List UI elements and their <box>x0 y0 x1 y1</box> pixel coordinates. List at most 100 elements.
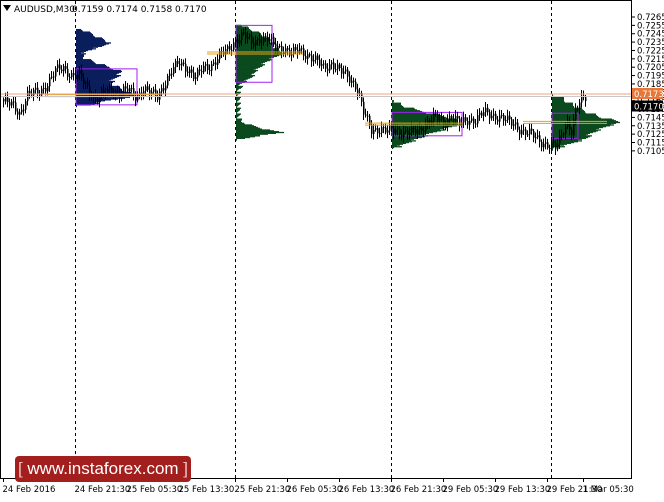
candle-body <box>197 69 199 78</box>
candle-body <box>103 90 105 94</box>
candle-body <box>531 128 533 131</box>
candle-body <box>585 97 587 101</box>
candle-body <box>305 56 307 59</box>
candle-body <box>55 68 57 77</box>
candle-body <box>525 129 527 135</box>
candle-body <box>439 119 441 121</box>
candle-body <box>207 64 209 71</box>
candle-body <box>477 115 479 124</box>
candle-body <box>395 129 397 134</box>
candle-body <box>129 88 131 92</box>
candle-body <box>437 113 439 121</box>
candle-body <box>163 88 165 91</box>
x-tick-label: 25 Feb 05:30 <box>127 485 183 495</box>
candle-body <box>249 35 251 37</box>
candle-body <box>175 60 177 68</box>
candle-body <box>471 118 473 121</box>
candle-body <box>327 68 329 71</box>
candle-body <box>81 70 83 79</box>
candle-body <box>319 59 321 66</box>
symbol-header: AUDUSD,M30 <box>14 5 75 15</box>
candle-body <box>281 45 283 53</box>
candle-body <box>127 88 129 92</box>
candle-body <box>423 130 425 132</box>
candle-body <box>61 69 63 72</box>
candle-body <box>71 73 73 78</box>
candle-body <box>335 69 337 71</box>
candle-body <box>283 52 285 54</box>
watermark-banner[interactable]: [ www.instaforex.com ] <box>15 456 191 482</box>
candle-body <box>515 122 517 125</box>
candle-body <box>147 86 149 90</box>
candle-body <box>53 76 55 78</box>
candle-body <box>557 143 559 150</box>
x-tick-label: 26 Feb 05:30 <box>287 485 343 495</box>
candle-body <box>267 37 269 42</box>
candle-body <box>97 98 99 102</box>
candle-body <box>315 55 317 60</box>
x-tick-label: 24 Feb 21:30 <box>75 485 131 495</box>
candle-body <box>473 118 475 124</box>
volume-profile-bar <box>392 147 393 150</box>
candle-body <box>231 49 233 51</box>
candle-body <box>555 143 557 150</box>
candle-body <box>495 113 497 120</box>
candle-body <box>341 68 343 74</box>
candle-body <box>485 107 487 113</box>
candle-body <box>289 49 291 56</box>
candle-body <box>169 73 171 76</box>
candle-body <box>59 64 61 70</box>
candle-body <box>371 125 373 134</box>
candle-body <box>153 89 155 92</box>
candle-body <box>125 86 127 89</box>
candle-body <box>347 69 349 77</box>
candle-body <box>323 63 325 65</box>
candle-body <box>259 38 261 44</box>
candle-body <box>393 128 395 134</box>
candle-body <box>367 115 369 117</box>
candle-body <box>13 101 15 103</box>
candle-body <box>415 129 417 134</box>
candle-body <box>179 63 181 66</box>
candle-body <box>189 69 191 73</box>
candle-body <box>441 117 443 120</box>
x-tick-label: 25 Feb 13:30 <box>179 485 235 495</box>
volume-profile-bar <box>236 139 237 141</box>
chart-header: AUDUSD,M30 0.7159 0.7174 0.7158 0.7170 <box>3 5 207 15</box>
candle-body <box>245 32 247 39</box>
candle-body <box>383 127 385 129</box>
candle-body <box>85 82 87 84</box>
candle-body <box>549 147 551 149</box>
candle-body <box>215 62 217 65</box>
x-tick-label: 26 Feb 21:30 <box>391 485 447 495</box>
candle-body <box>111 87 113 94</box>
candle-body <box>171 73 173 75</box>
candle-body <box>373 129 375 134</box>
candle-body <box>307 54 309 59</box>
candle-body <box>209 70 211 72</box>
candle-body <box>255 40 257 46</box>
candle-body <box>303 48 305 57</box>
candle-body <box>501 115 503 117</box>
price-chart[interactable]: 0.72650.72550.72450.72350.72250.72150.72… <box>0 0 664 498</box>
candle-body <box>513 124 515 126</box>
candle-body <box>399 128 401 135</box>
candle-body <box>519 129 521 135</box>
candle-body <box>145 86 147 91</box>
candle-body <box>295 47 297 50</box>
candle-body <box>167 75 169 86</box>
candle-body <box>159 91 161 100</box>
candle-body <box>75 75 77 79</box>
candle-body <box>15 102 17 112</box>
candle-body <box>69 76 71 78</box>
chart-window[interactable]: 0.7265 0.7255 0.7245 0.7235 0.7225 0.7215 0.72… <box>0 0 664 498</box>
candle-body <box>375 128 377 130</box>
candle-body <box>133 88 135 97</box>
candle-body <box>411 127 413 133</box>
price-axis[interactable]: 0.72650.72550.72450.72350.72250.72150.72… <box>631 13 664 157</box>
candle-body <box>505 120 507 122</box>
candle-body <box>483 112 485 116</box>
candle-body <box>27 90 29 102</box>
x-tick-label: 24 Feb 2016 <box>3 485 56 495</box>
candle-body <box>309 54 311 56</box>
